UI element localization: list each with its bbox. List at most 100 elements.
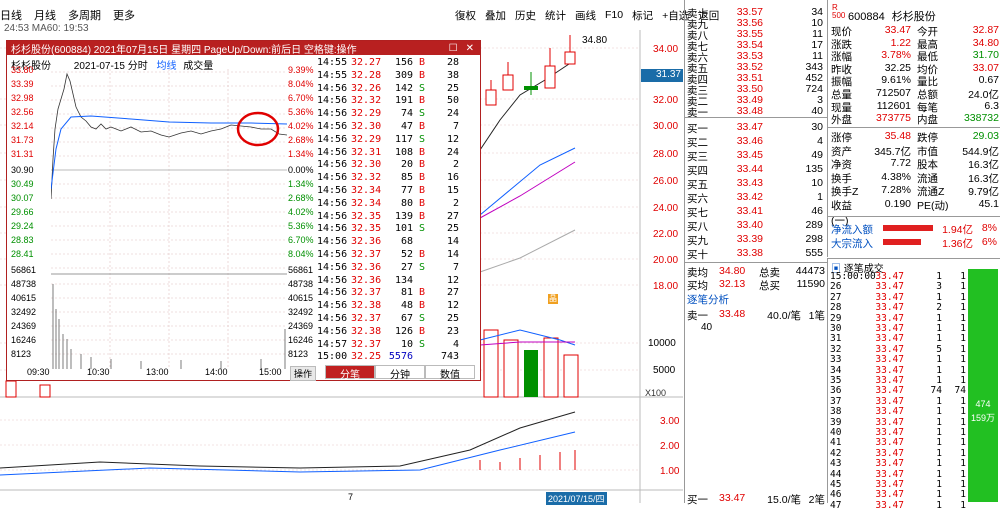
trade-time: 43 [830, 458, 842, 470]
quote-key: 涨跌 [831, 38, 852, 51]
popup-titlebar[interactable]: 杉杉股份(600884) 2021年07月15日 星期四 PageUp/Down… [7, 41, 480, 56]
tick-volume: 67 [400, 313, 413, 324]
trade-price: 33.47 [875, 468, 904, 480]
tick-flag: S [418, 313, 426, 324]
level-price: 33.51 [736, 72, 763, 84]
level-label: 买二 [687, 137, 708, 149]
popup-price-tick: 28.41 [11, 249, 34, 259]
toolbar-history[interactable]: 历史 [515, 8, 536, 23]
trade-price: 33.47 [875, 447, 904, 459]
tick-flag: B [418, 300, 426, 312]
flow-value: 1.94亿 [942, 224, 973, 236]
quote-row: 换手Z 7.28% 流通Z 9.79亿 [831, 184, 1000, 198]
axis-price-tick: 30.00 [653, 121, 679, 132]
operate-button[interactable]: 操作 [290, 366, 317, 381]
trade-time: 41 [830, 437, 842, 449]
popup-time-tick: 10:30 [87, 367, 110, 377]
level-price: 33.50 [736, 83, 763, 95]
level-price: 33.41 [736, 205, 763, 217]
quote-key: 最低 [917, 51, 938, 64]
level-label: 卖四 [687, 74, 708, 86]
trade-count: 74 [954, 385, 966, 397]
tick-count: 28 [446, 57, 459, 68]
tick-flag: B [418, 287, 426, 299]
quote-row: 净资 7.72 股本 16.3亿 [831, 157, 1000, 171]
toolbar-multi-period[interactable]: 多周期 [68, 7, 101, 23]
quote-key: 外盘 [831, 114, 852, 127]
sell-level-row[interactable]: 卖七 33.54 17 [687, 39, 825, 53]
trade-time: 40 [830, 427, 842, 438]
sell-level-row[interactable]: 卖九 33.56 10 [687, 17, 825, 31]
tick-row: 14:56 32.35 139 B 27 [317, 211, 479, 224]
toolbar-more[interactable]: 更多 [113, 7, 135, 23]
tab-values[interactable]: 数值 [425, 365, 475, 381]
toolbar-f10[interactable]: F10 [605, 9, 623, 21]
buy-level-row[interactable]: 买十 33.38 555 [687, 247, 825, 261]
level-label: 卖九 [687, 19, 708, 31]
trade-volume: 1 [936, 354, 942, 366]
level-label: 买八 [687, 221, 708, 233]
sell-level-row[interactable]: 卖三 33.50 724 [687, 83, 825, 97]
tab-ticks[interactable]: 分笔 [325, 365, 375, 381]
tick-count: 25 [446, 223, 459, 235]
buy-level-row[interactable]: 买四 33.44 135 [687, 163, 825, 177]
trade-row: 38 33.47 1 1 [830, 406, 968, 417]
level-label: 买一 [687, 123, 708, 135]
tick-flag: B [418, 159, 426, 171]
toolbar-draw[interactable]: 画线 [575, 8, 596, 23]
analysis-per: 40.0/笔 [767, 310, 801, 322]
tick-time: 14:56 [317, 210, 348, 222]
buy-level-row[interactable]: 买九 33.39 298 [687, 233, 825, 247]
trade-row: 43 33.47 1 1 [830, 458, 968, 470]
level-price: 33.52 [736, 61, 763, 73]
toolbar-daily[interactable]: 日线 [0, 7, 22, 23]
tick-row: 14:57 32.37 10 S 4 [317, 339, 479, 352]
tick-time: 14:55 [317, 57, 348, 68]
toolbar-mark[interactable]: 标记 [632, 8, 653, 23]
info-marker-icon[interactable]: 晶 [548, 294, 558, 304]
tick-row: 14:56 32.32 85 B 16 [317, 172, 479, 185]
popup-vol-tick-r: 32492 [288, 307, 314, 317]
restore-icon[interactable]: ☐ [449, 43, 458, 54]
tick-time: 14:56 [317, 249, 348, 260]
sell-level-row[interactable]: 卖八 33.55 11 [687, 28, 825, 42]
tick-flag: S [418, 108, 426, 120]
intraday-popup[interactable]: 杉杉股份(600884) 2021年07月15日 星期四 PageUp/Down… [6, 40, 481, 381]
trade-count: 1 [960, 437, 966, 449]
trade-time: 42 [830, 447, 842, 459]
tick-volume: 80 [400, 197, 413, 209]
sell-level-row[interactable]: 卖二 33.49 3 [687, 94, 825, 108]
buy-level-row[interactable]: 买五 33.43 10 [687, 177, 825, 191]
sell-level-row[interactable]: 卖五 33.52 343 [687, 61, 825, 75]
toolbar-overlay[interactable]: 叠加 [485, 8, 506, 23]
buy-level-row[interactable]: 买一 33.47 30 [687, 121, 825, 135]
toolbar-stats[interactable]: 统计 [545, 8, 566, 23]
sell-level-row[interactable]: 卖十 33.57 34 [687, 6, 825, 20]
buy-level-row[interactable]: 买二 33.46 4 [687, 135, 825, 149]
sell-level-row[interactable]: 卖一 33.48 40 [687, 105, 825, 119]
sell-level-row[interactable]: 卖四 33.51 452 [687, 72, 825, 86]
toolbar-monthly[interactable]: 月线 [34, 7, 56, 23]
buy-level-row[interactable]: 买三 33.45 49 [687, 149, 825, 163]
quote-key: 资产 [831, 145, 852, 158]
order-book: 卖十 33.57 34 卖九 33.56 10 卖八 33.55 11 卖七 33.54 17 卖六 33… [684, 0, 827, 506]
toolbar-restore[interactable]: 復权 [455, 8, 476, 23]
close-icon[interactable]: ✕ [466, 43, 474, 54]
tick-volume: 142 [394, 82, 413, 94]
quote-key: 涨停 [831, 132, 852, 144]
tick-count: 12 [446, 274, 459, 286]
intraday-chart[interactable] [51, 69, 287, 374]
buy-level-row[interactable]: 买六 33.42 1 [687, 191, 825, 205]
level-volume: 298 [805, 233, 823, 245]
quote-row: 振幅 9.61% 量比 0.67 [831, 74, 1000, 88]
level-price: 33.45 [736, 149, 763, 161]
analysis-row: 卖一 33.48 40.0/笔 1笔 [687, 308, 825, 322]
axis-macd-tick: 3.00 [660, 416, 680, 427]
quote-key: 市值 [917, 145, 938, 158]
buy-level-row[interactable]: 买八 33.40 289 [687, 219, 825, 233]
tab-minutes[interactable]: 分钟 [375, 365, 425, 381]
sell-level-row[interactable]: 卖六 33.53 11 [687, 50, 825, 64]
popup-price-tick: 29.24 [11, 221, 34, 231]
quote-row: 现价 33.47 今开 32.87 [831, 24, 1000, 38]
buy-level-row[interactable]: 买七 33.41 46 [687, 205, 825, 219]
